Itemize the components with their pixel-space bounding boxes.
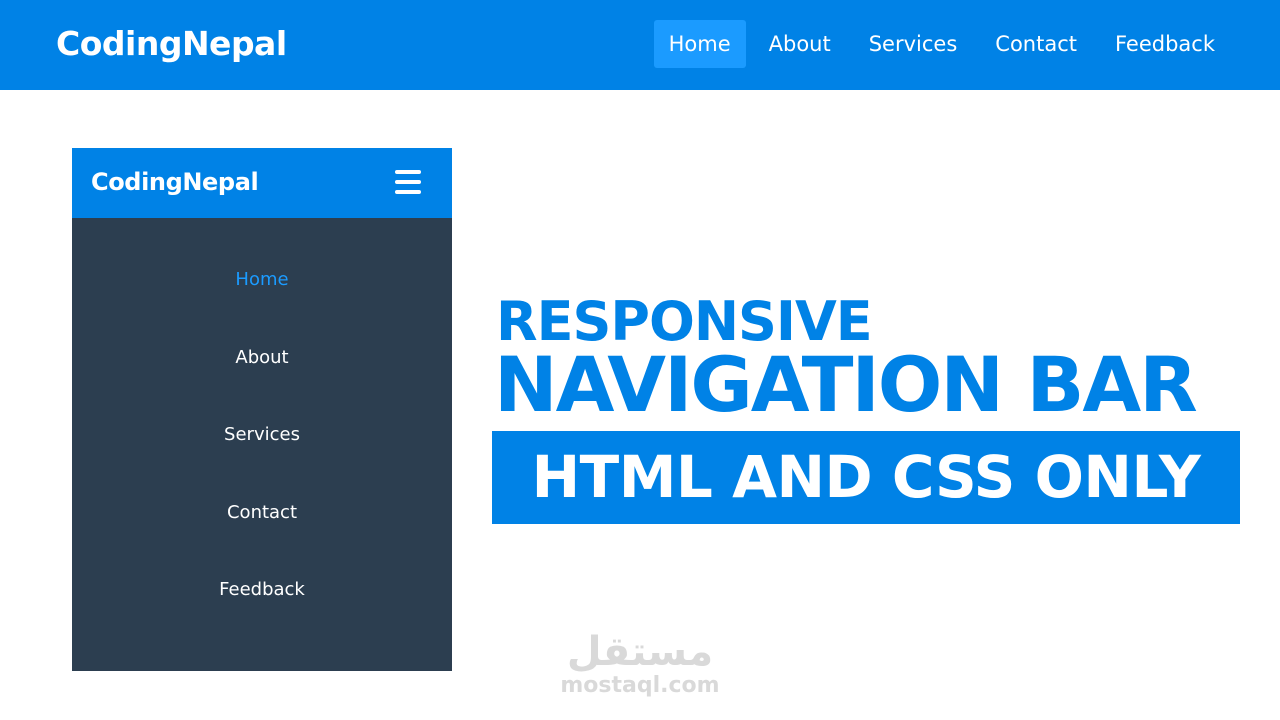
- top-nav-links: Home About Services Contact Feedback: [646, 20, 1230, 68]
- watermark-latin: mostaql.com: [560, 673, 720, 698]
- mobile-link-about[interactable]: About: [72, 326, 452, 404]
- nav-link-contact[interactable]: Contact: [980, 20, 1092, 68]
- mobile-navbar: CodingNepal: [72, 148, 452, 218]
- watermark: مستقل mostaql.com: [560, 630, 720, 698]
- mobile-logo[interactable]: CodingNepal: [91, 164, 259, 200]
- nav-link-home[interactable]: Home: [653, 20, 746, 68]
- nav-link-services[interactable]: Services: [854, 20, 973, 68]
- headline-banner: HTML AND CSS ONLY: [492, 431, 1240, 524]
- mobile-preview: CodingNepal Home About Services Contact …: [72, 148, 452, 671]
- mobile-link-feedback[interactable]: Feedback: [72, 558, 452, 636]
- site-logo[interactable]: CodingNepal: [56, 22, 287, 66]
- watermark-arabic: مستقل: [566, 629, 714, 675]
- hamburger-icon[interactable]: [395, 170, 421, 194]
- mobile-link-services[interactable]: Services: [72, 403, 452, 481]
- top-navbar: CodingNepal Home About Services Contact …: [0, 0, 1280, 90]
- mobile-menu: Home About Services Contact Feedback: [72, 248, 452, 636]
- nav-link-about[interactable]: About: [754, 20, 846, 68]
- headline-line2: NAVIGATION BAR: [494, 340, 1198, 429]
- nav-link-feedback[interactable]: Feedback: [1100, 20, 1230, 68]
- mobile-link-contact[interactable]: Contact: [72, 481, 452, 559]
- mobile-link-home[interactable]: Home: [72, 248, 452, 326]
